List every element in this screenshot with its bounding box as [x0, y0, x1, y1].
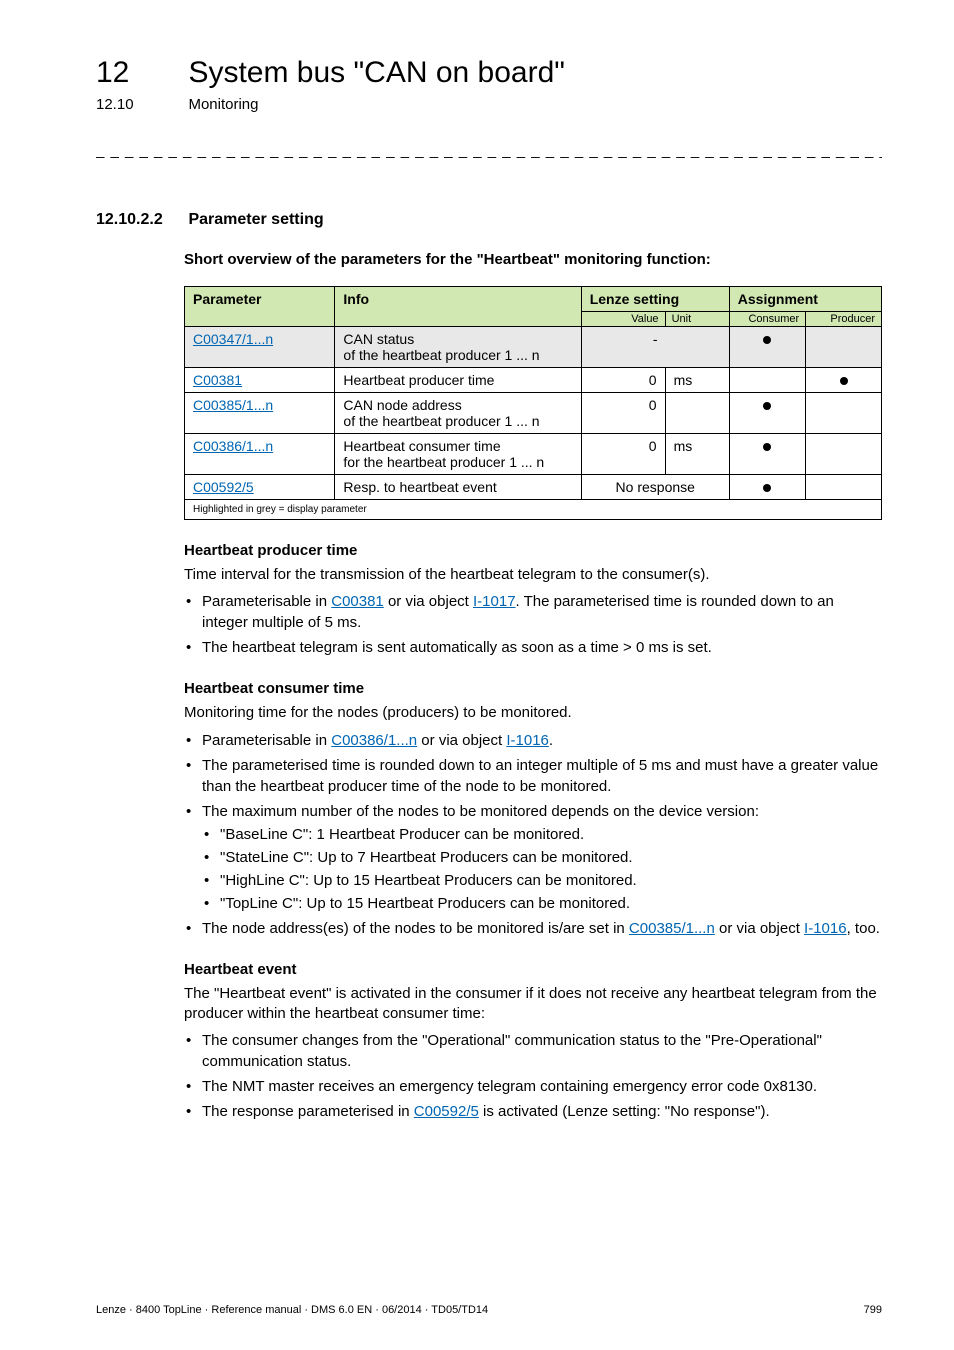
value-cell: 0	[581, 434, 665, 475]
table-row: C00592/5 Resp. to heartbeat event No res…	[185, 475, 882, 500]
consumer-dot-icon	[763, 336, 771, 344]
info-line1: Heartbeat consumer time	[343, 438, 500, 454]
list-item: The maximum number of the nodes to be mo…	[184, 801, 882, 914]
info-line2: for the heartbeat producer 1 ... n	[343, 454, 544, 470]
section-number: 12.10.2.2	[96, 211, 184, 229]
link-c00592[interactable]: C00592/5	[414, 1103, 479, 1120]
th-value: Value	[581, 312, 665, 327]
link-i1016b[interactable]: I-1016	[804, 920, 847, 937]
list-item: Parameterisable in C00386/1...n or via o…	[184, 730, 882, 751]
info-line1: Heartbeat producer time	[343, 372, 494, 388]
table-footnote: Highlighted in grey = display parameter	[185, 500, 882, 520]
consumer-dot-icon	[763, 484, 771, 492]
table-row: C00386/1...n Heartbeat consumer time for…	[185, 434, 882, 475]
he-heading: Heartbeat event	[184, 961, 882, 978]
producer-dot-icon	[840, 377, 848, 385]
footer-page-number: 799	[864, 1304, 882, 1316]
link-c00386[interactable]: C00386/1...n	[331, 732, 417, 749]
chapter-header: 12 System bus "CAN on board"	[96, 56, 882, 90]
th-info: Info	[335, 287, 581, 327]
list-item: "BaseLine C": 1 Heartbeat Producer can b…	[202, 824, 882, 845]
link-c00385[interactable]: C00385/1...n	[629, 920, 715, 937]
th-consumer: Consumer	[729, 312, 805, 327]
value-cell: 0	[581, 393, 665, 434]
page-footer: Lenze · 8400 TopLine · Reference manual …	[96, 1304, 882, 1316]
unit-cell: ms	[665, 368, 729, 393]
param-link[interactable]: C00385/1...n	[193, 397, 273, 413]
info-line1: CAN status	[343, 331, 414, 347]
table-row: C00381 Heartbeat producer time 0 ms	[185, 368, 882, 393]
th-lenze: Lenze setting	[581, 287, 729, 312]
overview-heading: Short overview of the parameters for the…	[184, 251, 882, 268]
list-item: The parameterised time is rounded down t…	[184, 755, 882, 797]
value-cell: No response	[581, 475, 729, 500]
list-item: Parameterisable in C00381 or via object …	[184, 591, 882, 633]
chapter-number: 12	[96, 56, 184, 90]
value-cell: 0	[581, 368, 665, 393]
value-cell: -	[581, 327, 729, 368]
th-unit: Unit	[665, 312, 729, 327]
list-item: The heartbeat telegram is sent automatic…	[184, 637, 882, 658]
chapter-title: System bus "CAN on board"	[188, 56, 564, 90]
hct-heading: Heartbeat consumer time	[184, 680, 882, 697]
list-item: "TopLine C": Up to 15 Heartbeat Producer…	[202, 893, 882, 914]
link-i1016[interactable]: I-1016	[506, 732, 549, 749]
subsection-number: 12.10	[96, 96, 184, 113]
th-parameter: Parameter	[185, 287, 335, 327]
hpt-heading: Heartbeat producer time	[184, 542, 882, 559]
consumer-dot-icon	[763, 443, 771, 451]
list-item: The consumer changes from the "Operation…	[184, 1030, 882, 1072]
link-i1017[interactable]: I-1017	[473, 593, 516, 610]
param-link[interactable]: C00381	[193, 372, 242, 388]
section-title: Parameter setting	[188, 211, 323, 228]
list-item: The NMT master receives an emergency tel…	[184, 1076, 882, 1097]
unit-cell: ms	[665, 434, 729, 475]
link-c00381[interactable]: C00381	[331, 593, 384, 610]
param-link[interactable]: C00347/1...n	[193, 331, 273, 347]
th-assignment: Assignment	[729, 287, 881, 312]
unit-cell	[665, 393, 729, 434]
list-item: "StateLine C": Up to 7 Heartbeat Produce…	[202, 847, 882, 868]
subsection-title: Monitoring	[188, 96, 258, 113]
list-item: The response parameterised in C00592/5 i…	[184, 1101, 882, 1122]
subsection-header: 12.10 Monitoring	[96, 90, 882, 114]
param-link[interactable]: C00592/5	[193, 479, 254, 495]
info-line1: CAN node address	[343, 397, 461, 413]
he-intro: The "Heartbeat event" is activated in th…	[184, 984, 882, 1025]
list-item: The node address(es) of the nodes to be …	[184, 918, 882, 939]
param-link[interactable]: C00386/1...n	[193, 438, 273, 454]
consumer-dot-icon	[763, 402, 771, 410]
hct-intro: Monitoring time for the nodes (producers…	[184, 703, 882, 723]
table-row: C00385/1...n CAN node address of the hea…	[185, 393, 882, 434]
list-item: "HighLine C": Up to 15 Heartbeat Produce…	[202, 870, 882, 891]
info-line1: Resp. to heartbeat event	[343, 479, 496, 495]
hpt-intro: Time interval for the transmission of th…	[184, 565, 882, 585]
parameter-table: Parameter Info Lenze setting Assignment …	[184, 286, 882, 520]
th-producer: Producer	[806, 312, 882, 327]
info-line2: of the heartbeat producer 1 ... n	[343, 347, 539, 363]
table-row: C00347/1...n CAN status of the heartbeat…	[185, 327, 882, 368]
info-line2: of the heartbeat producer 1 ... n	[343, 413, 539, 429]
divider-dashes: _ _ _ _ _ _ _ _ _ _ _ _ _ _ _ _ _ _ _ _ …	[96, 142, 882, 159]
footer-left: Lenze · 8400 TopLine · Reference manual …	[96, 1304, 488, 1316]
